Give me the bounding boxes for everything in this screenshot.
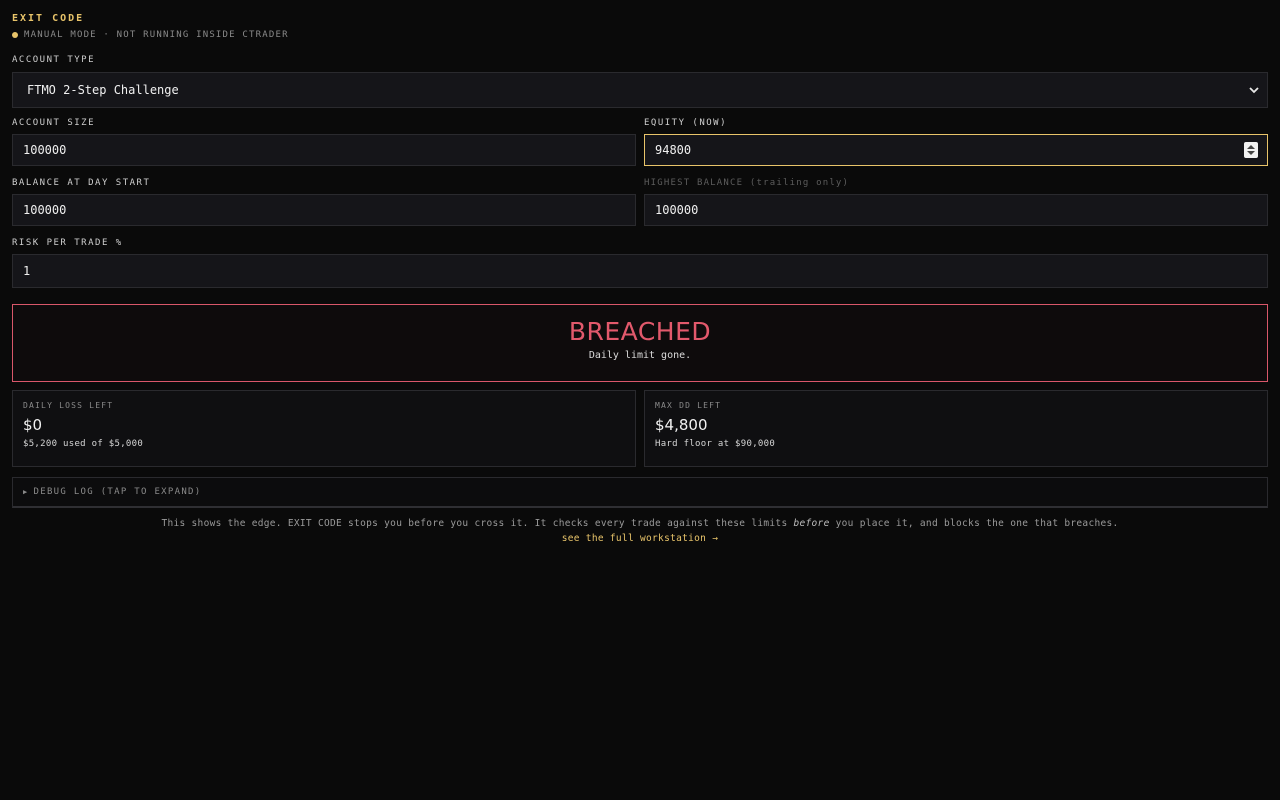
account-type-select[interactable]: FTMO 2-Step Challenge (12, 72, 1268, 108)
breach-status-panel: BREACHED Daily limit gone. (12, 304, 1268, 382)
breach-title: BREACHED (568, 317, 712, 346)
risk-per-trade-label: RISK PER TRADE % (12, 238, 123, 248)
daily-loss-label: DAILY LOSS LEFT (23, 401, 114, 410)
max-dd-card: MAX DD LEFT $4,800 Hard floor at $90,000 (644, 390, 1268, 467)
balance-day-start-value: 100000 (23, 203, 67, 217)
app-title: EXIT CODE (12, 13, 85, 24)
breach-message: Daily limit gone. (588, 350, 692, 361)
triangle-right-icon: ▶ (23, 488, 29, 496)
highest-balance-label: HIGHEST BALANCE (trailing only) (644, 178, 850, 188)
account-size-value: 100000 (23, 143, 67, 157)
account-type-label: ACCOUNT TYPE (12, 55, 96, 65)
max-dd-value: $4,800 (655, 416, 708, 434)
workstation-link[interactable]: see the full workstation → (12, 533, 1268, 544)
max-dd-label: MAX DD LEFT (655, 401, 722, 410)
daily-loss-card: DAILY LOSS LEFT $0 $5,200 used of $5,000 (12, 390, 636, 467)
highest-balance-value: 100000 (655, 203, 699, 217)
equity-input[interactable]: 94800 (644, 134, 1268, 166)
number-stepper-icon[interactable] (1244, 142, 1258, 158)
footer-text-part-2: you place it, and blocks the one that br… (829, 518, 1119, 529)
account-size-label: ACCOUNT SIZE (12, 118, 96, 128)
account-size-input[interactable]: 100000 (12, 134, 636, 166)
balance-day-start-label: BALANCE AT DAY START (12, 178, 151, 188)
mode-text: MANUAL MODE · NOT RUNNING INSIDE CTRADER (24, 30, 289, 40)
chevron-down-icon (1249, 87, 1259, 94)
highest-balance-input[interactable]: 100000 (644, 194, 1268, 226)
account-type-value: FTMO 2-Step Challenge (27, 83, 179, 97)
mode-indicator: MANUAL MODE · NOT RUNNING INSIDE CTRADER (12, 30, 289, 40)
max-dd-detail: Hard floor at $90,000 (655, 439, 776, 449)
debug-log-toggle[interactable]: ▶ DEBUG LOG (TAP TO EXPAND) (12, 477, 1268, 508)
footer-text-part-1: This shows the edge. EXIT CODE stops you… (161, 518, 794, 529)
daily-loss-detail: $5,200 used of $5,000 (23, 439, 144, 449)
risk-per-trade-value: 1 (23, 264, 31, 278)
daily-loss-value: $0 (23, 416, 43, 434)
balance-day-start-input[interactable]: 100000 (12, 194, 636, 226)
risk-per-trade-input[interactable]: 1 (12, 254, 1268, 288)
footer-text: This shows the edge. EXIT CODE stops you… (12, 518, 1268, 529)
debug-log-label: DEBUG LOG (TAP TO EXPAND) (33, 487, 202, 497)
equity-value: 94800 (655, 143, 692, 157)
footer-text-emphasis: before (793, 518, 830, 529)
equity-label: EQUITY (NOW) (644, 118, 728, 128)
status-dot-icon (12, 32, 18, 38)
